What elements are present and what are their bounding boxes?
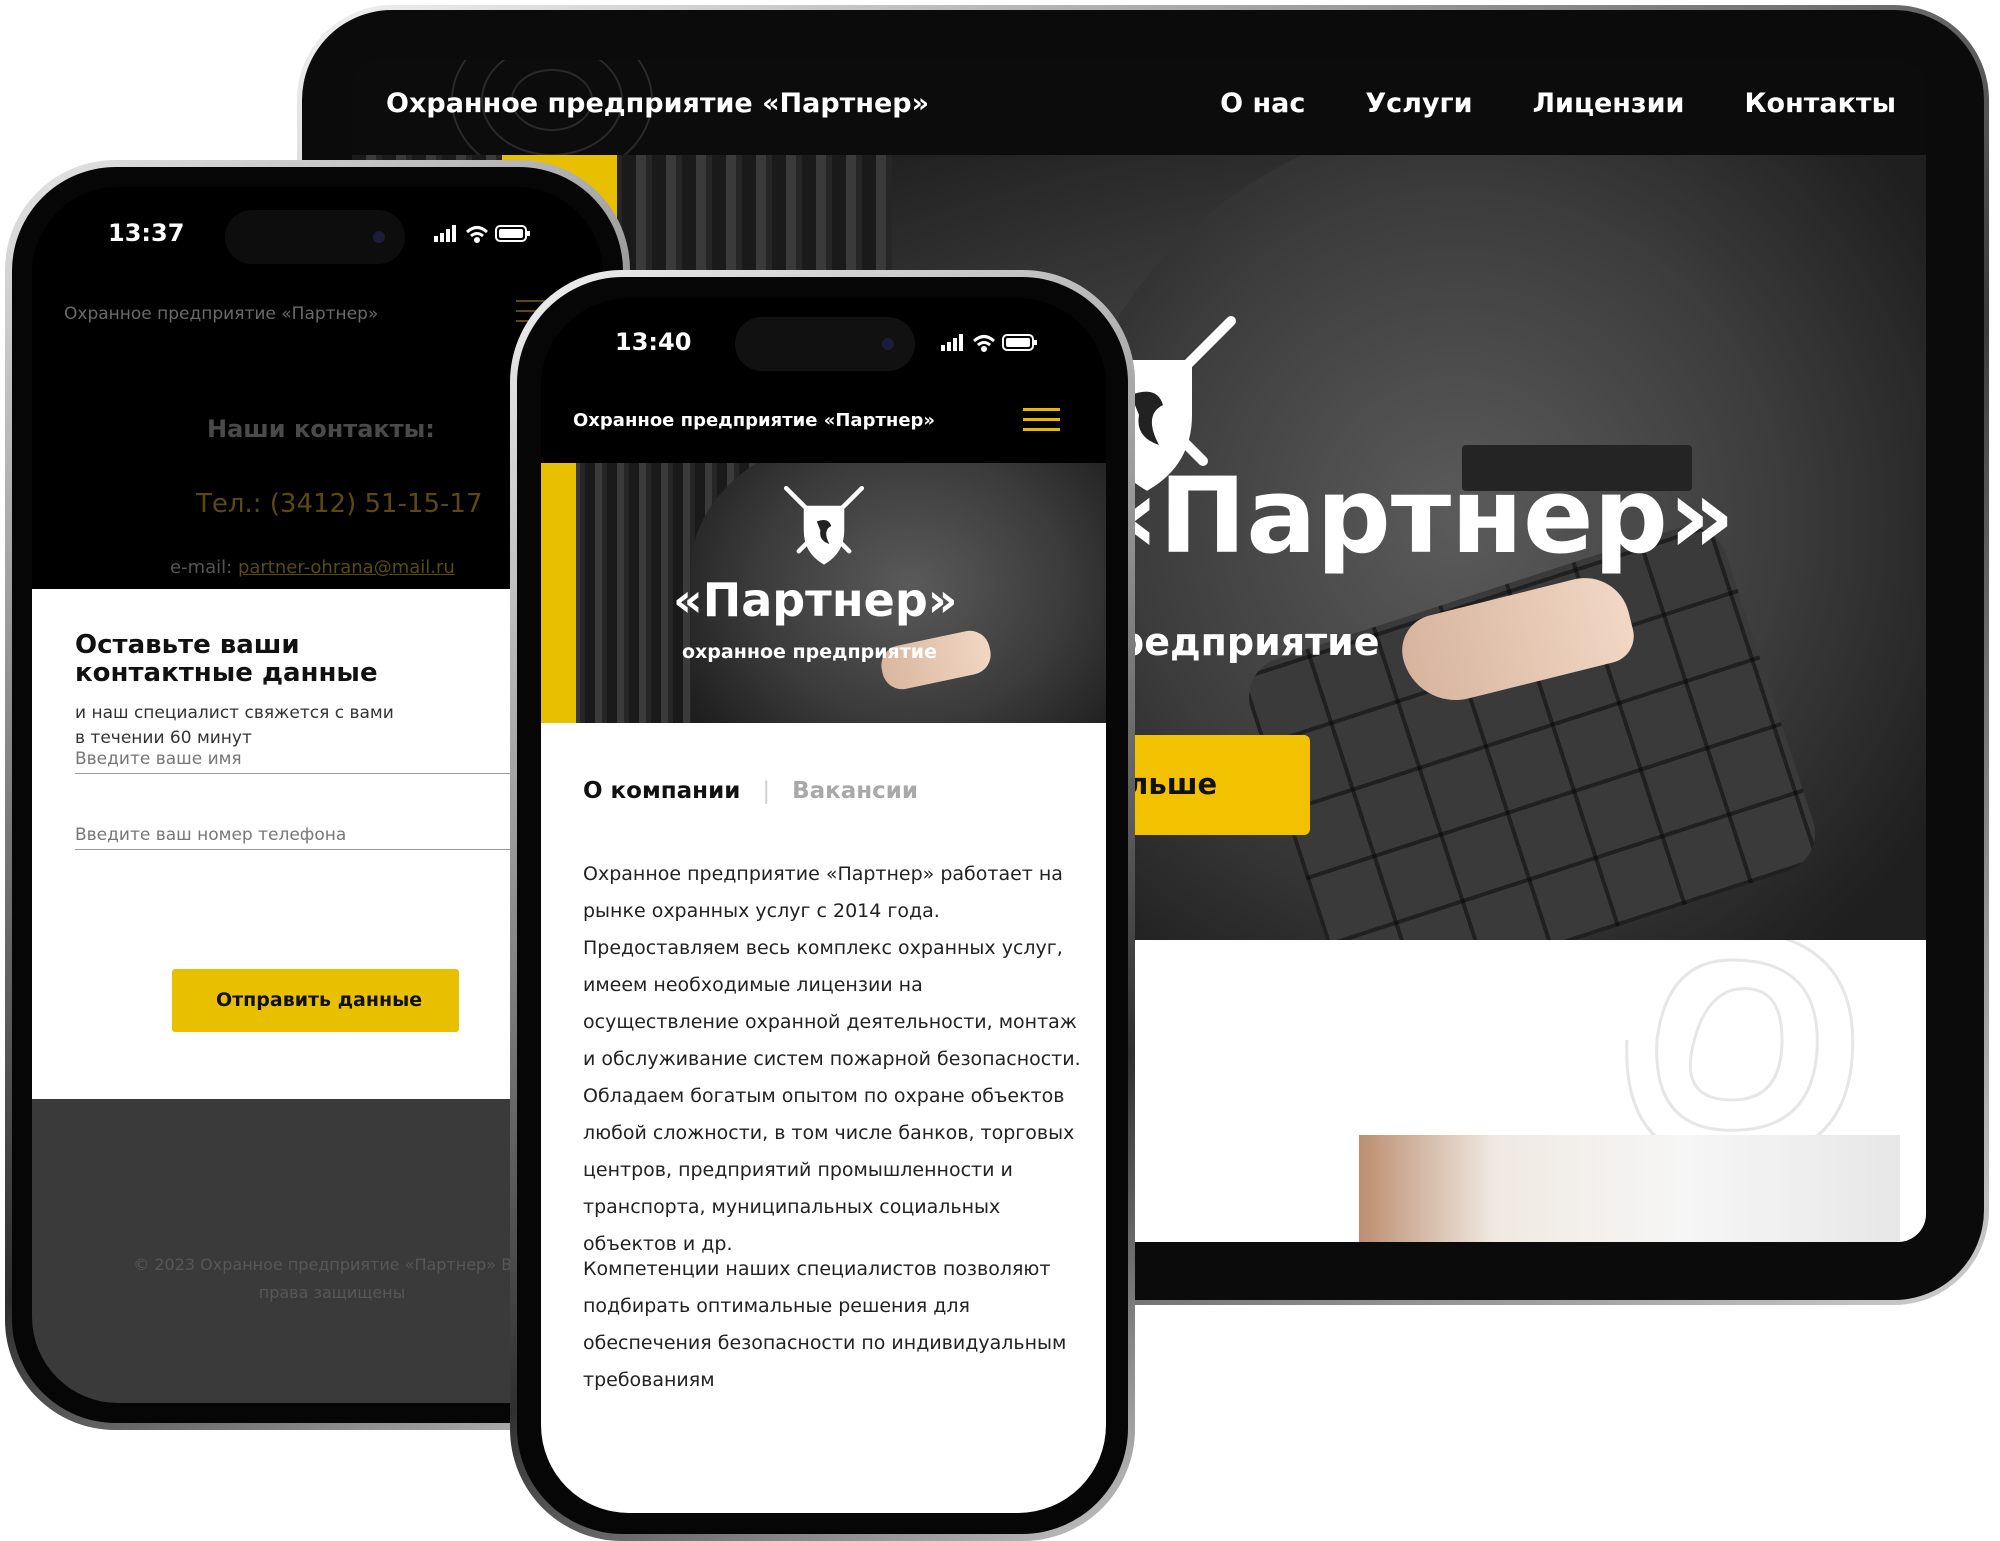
tablet-nav-menu: О нас Услуги Лицензии Контакты: [1220, 88, 1896, 119]
signal-icon: [434, 225, 456, 242]
shield-logo-icon: [783, 485, 865, 565]
about-section: О компании | Вакансии Охранное предприят…: [541, 723, 1106, 1513]
content-photo: [1359, 1135, 1900, 1242]
nav-item-about[interactable]: О нас: [1220, 88, 1305, 119]
nav-item-licenses[interactable]: Лицензии: [1533, 88, 1685, 119]
hero-subtitle: редприятие: [1117, 620, 1380, 664]
email-link[interactable]: partner-ohrana@mail.ru: [238, 557, 455, 578]
submit-label: Отправить данные: [216, 989, 423, 1011]
status-time: 13:40: [615, 328, 692, 356]
status-icons: [941, 334, 1037, 352]
about-paragraph-1: Охранное предприятие «Партнер» работает …: [583, 863, 1081, 1255]
about-paragraph-2: Компетенции наших специалистов позволяют…: [583, 1258, 1067, 1391]
email-label: e-mail:: [170, 557, 233, 578]
copyright: © 2023 Охранное предприятие «Партнер» Вс…: [133, 1255, 531, 1302]
tab-vacancies[interactable]: Вакансии: [792, 778, 918, 804]
form-subheading: и наш специалист свяжется с вами в течен…: [75, 703, 394, 748]
fingerprint-decor-icon: [1625, 940, 1855, 1140]
mobile-hero: «Партнер» охранное предприятие: [541, 463, 1106, 723]
contact-phone[interactable]: Тел.: (3412) 51-15-17: [196, 489, 483, 519]
name-input[interactable]: Введите ваше имя: [75, 749, 515, 774]
content-tabs: О компании | Вакансии: [583, 778, 918, 804]
hero-title: «Партнер»: [1092, 455, 1736, 577]
hero-title: «Партнер»: [673, 573, 958, 627]
signal-icon: [941, 334, 963, 351]
hero-yellow-accent: [541, 463, 576, 723]
contacts-heading: Наши контакты:: [207, 415, 435, 443]
battery-icon: [1002, 334, 1037, 351]
status-time: 13:37: [108, 219, 185, 247]
tab-about-company[interactable]: О компании: [583, 778, 740, 804]
tab-separator: |: [762, 778, 771, 804]
dynamic-island: [735, 317, 915, 371]
form-heading: Оставьте ваши контактные данные: [75, 630, 378, 688]
tablet-navbar: Охранное предприятие «Партнер» О нас Усл…: [352, 60, 1926, 180]
hero-subtitle: охранное предприятие: [682, 641, 937, 663]
nav-item-services[interactable]: Услуги: [1365, 88, 1472, 119]
wifi-icon: [465, 226, 489, 243]
nav-item-contacts[interactable]: Контакты: [1744, 88, 1896, 119]
submit-button[interactable]: Отправить данные: [172, 969, 459, 1032]
mobile-brand[interactable]: Охранное предприятие «Партнер»: [64, 304, 378, 324]
wifi-icon: [972, 335, 996, 352]
menu-icon[interactable]: [1023, 408, 1060, 438]
dynamic-island: [225, 210, 405, 264]
phone-center-screen: 13:40 Охранное предприятие «Партнер» «Па…: [541, 298, 1106, 1513]
mobile-brand[interactable]: Охранное предприятие «Партнер»: [573, 410, 935, 431]
status-icons: [434, 225, 530, 243]
battery-icon: [495, 225, 530, 242]
tablet-brand[interactable]: Охранное предприятие «Партнер»: [386, 88, 929, 119]
contact-email-row: e-mail: partner-ohrana@mail.ru: [170, 557, 455, 578]
phone-input[interactable]: Введите ваш номер телефона: [75, 825, 515, 850]
